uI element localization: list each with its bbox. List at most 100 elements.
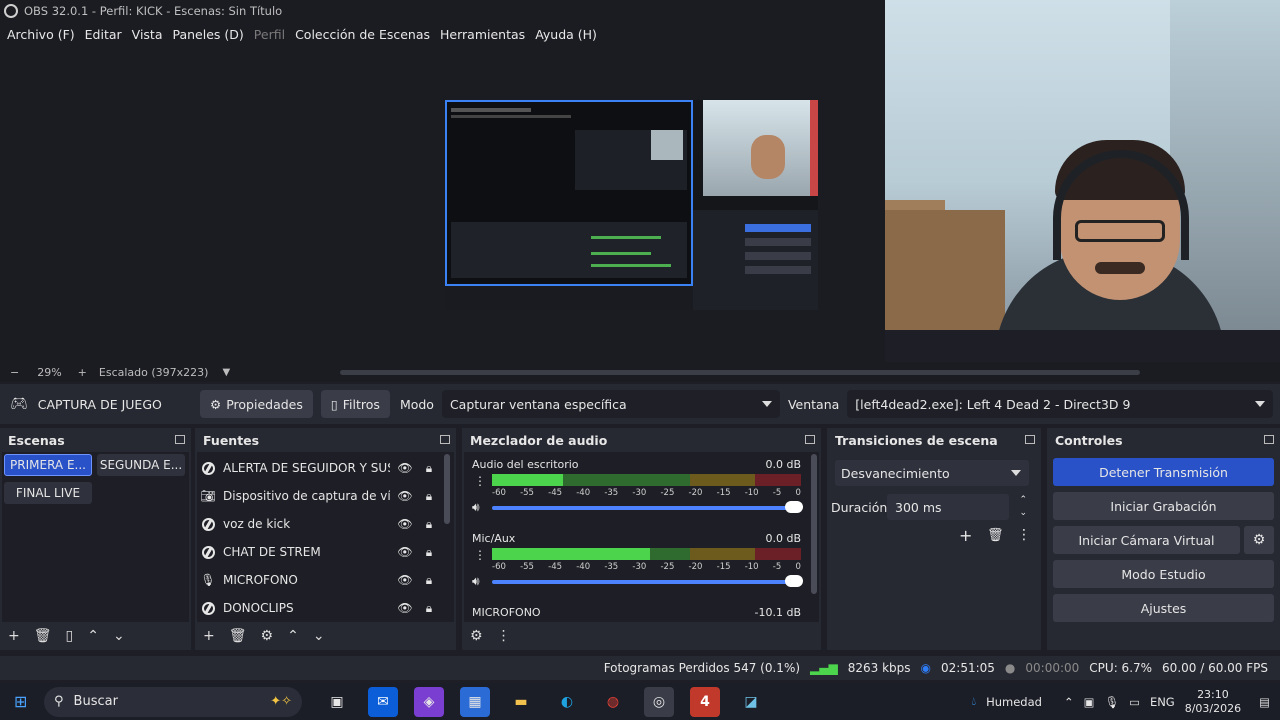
scaling-dropdown-icon[interactable]: ▼: [222, 367, 230, 378]
task-view-icon[interactable]: ▣: [322, 687, 352, 717]
speaker-icon[interactable]: 🔊︎: [472, 574, 480, 589]
more-options-icon[interactable]: ⋮: [1017, 527, 1031, 543]
source-item[interactable]: 📷︎ Dispositivo de captura de vídeo 👁︎ 🔒︎: [200, 482, 438, 510]
menu-coleccion-escenas[interactable]: Colección de Escenas: [290, 27, 435, 42]
source-item[interactable]: 🎙︎ MICROFONO 👁︎ 🔒︎: [200, 566, 438, 594]
filters-button[interactable]: ▯ Filtros: [320, 390, 390, 418]
menu-editar[interactable]: Editar: [80, 27, 127, 42]
weather-label[interactable]: Humedad: [986, 695, 1042, 709]
start-recording-button[interactable]: Iniciar Grabación: [1053, 492, 1274, 520]
trash-icon[interactable]: 🗑︎: [987, 528, 1004, 543]
scene-item[interactable]: SEGUNDA E...: [97, 454, 185, 476]
speaker-icon[interactable]: 🔊︎: [472, 500, 480, 515]
menu-ayuda[interactable]: Ayuda (H): [530, 27, 602, 42]
menu-herramientas[interactable]: Herramientas: [435, 27, 530, 42]
source-item[interactable]: CHAT DE STREM 👁︎ 🔒︎: [201, 538, 438, 566]
undock-icon[interactable]: [175, 435, 185, 444]
menu-archivo[interactable]: Archivo (F): [2, 27, 80, 42]
lock-icon[interactable]: 🔒︎: [420, 461, 438, 476]
windows-start-icon[interactable]: ⊞: [14, 692, 27, 711]
eye-icon[interactable]: 👁︎: [396, 545, 414, 559]
stop-stream-button[interactable]: Detener Transmisión: [1053, 458, 1274, 486]
properties-button[interactable]: ⚙ Propiedades: [200, 390, 313, 418]
settings-button[interactable]: Ajustes: [1053, 594, 1274, 622]
horizontal-scrollbar[interactable]: [340, 370, 1140, 375]
volume-slider[interactable]: [492, 506, 801, 510]
move-up-icon[interactable]: ⌃: [287, 628, 299, 644]
move-up-icon[interactable]: ⌃: [87, 628, 99, 644]
preview-canvas[interactable]: [445, 100, 818, 310]
move-down-icon[interactable]: ⌄: [113, 628, 125, 644]
trash-icon[interactable]: 🗑︎: [34, 628, 52, 644]
edge-icon[interactable]: ◐: [552, 687, 582, 717]
tray-app-icon[interactable]: ▣: [1084, 695, 1095, 709]
lock-icon[interactable]: 🔒︎: [420, 517, 438, 532]
app-icon[interactable]: ◪: [736, 687, 766, 717]
eye-icon[interactable]: 👁︎: [396, 601, 414, 615]
virtual-camera-settings-button[interactable]: ⚙: [1244, 526, 1274, 554]
eye-icon[interactable]: 👁︎: [396, 517, 414, 531]
volume-slider-handle[interactable]: [785, 575, 803, 587]
undock-icon[interactable]: [805, 435, 815, 444]
chrome-icon[interactable]: ◍: [598, 687, 628, 717]
duration-stepper[interactable]: ⌃ ⌄: [1019, 494, 1027, 520]
clock[interactable]: 23:10 8/03/2026: [1185, 688, 1241, 716]
eye-icon[interactable]: 👁︎: [396, 461, 414, 475]
taskbar-search[interactable]: ⚲ Buscar ✦✧: [44, 686, 302, 717]
window-select[interactable]: [left4dead2.exe]: Left 4 Dead 2 - Direct…: [847, 390, 1274, 418]
eye-icon[interactable]: 👁︎: [396, 489, 414, 503]
undock-icon[interactable]: [440, 435, 450, 444]
lock-icon[interactable]: 🔒︎: [420, 545, 438, 560]
more-options-icon[interactable]: ⋮: [497, 628, 511, 644]
menu-vista[interactable]: Vista: [127, 27, 168, 42]
more-options-icon[interactable]: ⋮: [474, 474, 486, 488]
game-capture-source[interactable]: [445, 100, 693, 286]
file-explorer-icon[interactable]: ▬: [506, 687, 536, 717]
mixer-scrollbar[interactable]: [811, 454, 817, 594]
notifications-icon[interactable]: ▤: [1259, 695, 1270, 709]
more-options-icon[interactable]: ⋮: [474, 548, 486, 562]
outlook-icon[interactable]: ✉: [368, 686, 398, 717]
chevron-up-icon[interactable]: ⌃: [1064, 695, 1074, 709]
add-source-icon[interactable]: +: [203, 628, 215, 644]
move-down-icon[interactable]: ⌄: [313, 628, 325, 644]
start-virtual-camera-button[interactable]: Iniciar Cámara Virtual: [1053, 526, 1240, 554]
undock-icon[interactable]: [1264, 435, 1274, 444]
network-icon[interactable]: ▭: [1129, 695, 1140, 709]
mode-select[interactable]: Capturar ventana específica: [441, 390, 780, 418]
volume-slider[interactable]: [492, 580, 801, 584]
lock-icon[interactable]: 🔒︎: [420, 489, 438, 504]
gear-icon[interactable]: ⚙: [470, 628, 483, 644]
stream-time: 02:51:05: [941, 661, 995, 675]
store-icon[interactable]: ▦: [460, 686, 490, 717]
transition-select[interactable]: Desvanecimiento: [835, 460, 1029, 486]
filter-icon[interactable]: ▯: [66, 628, 74, 644]
sources-scrollbar[interactable]: [444, 454, 450, 524]
studio-mode-button[interactable]: Modo Estudio: [1053, 560, 1274, 588]
gear-icon[interactable]: ⚙: [261, 628, 274, 644]
scene-item[interactable]: FINAL LIVE: [4, 482, 92, 504]
undock-icon[interactable]: [1025, 435, 1035, 444]
trash-icon[interactable]: 🗑︎: [229, 628, 247, 644]
duration-input[interactable]: 300 ms: [887, 494, 1009, 520]
zoom-out-button[interactable]: −: [10, 366, 19, 379]
scene-item[interactable]: PRIMERA E...: [4, 454, 92, 476]
source-item[interactable]: DONOCLIPS 👁︎ 🔒︎: [201, 594, 438, 622]
lock-icon[interactable]: 🔒︎: [420, 573, 438, 588]
copilot-icon[interactable]: ◈: [414, 686, 444, 717]
source-item[interactable]: ALERTA DE SEGUIDOR Y SUSC 👁︎ 🔒︎: [201, 454, 438, 482]
add-transition-icon[interactable]: +: [959, 526, 972, 545]
menu-paneles[interactable]: Paneles (D): [168, 27, 249, 42]
eye-icon[interactable]: 👁︎: [396, 573, 414, 587]
webcam-source-preview[interactable]: [703, 100, 818, 196]
l4d2-icon[interactable]: 4: [690, 686, 720, 717]
source-item[interactable]: voz de kick 👁︎ 🔒︎: [201, 510, 438, 538]
microphone-icon[interactable]: 🎙︎: [1104, 695, 1119, 709]
obs-taskbar-icon[interactable]: ◎: [644, 686, 674, 717]
zoom-in-button[interactable]: +: [78, 366, 87, 379]
add-scene-icon[interactable]: +: [8, 628, 20, 644]
language-indicator[interactable]: ENG: [1150, 695, 1175, 709]
volume-slider-handle[interactable]: [785, 501, 803, 513]
lock-icon[interactable]: 🔒︎: [420, 601, 438, 616]
preview-area[interactable]: [0, 46, 885, 362]
